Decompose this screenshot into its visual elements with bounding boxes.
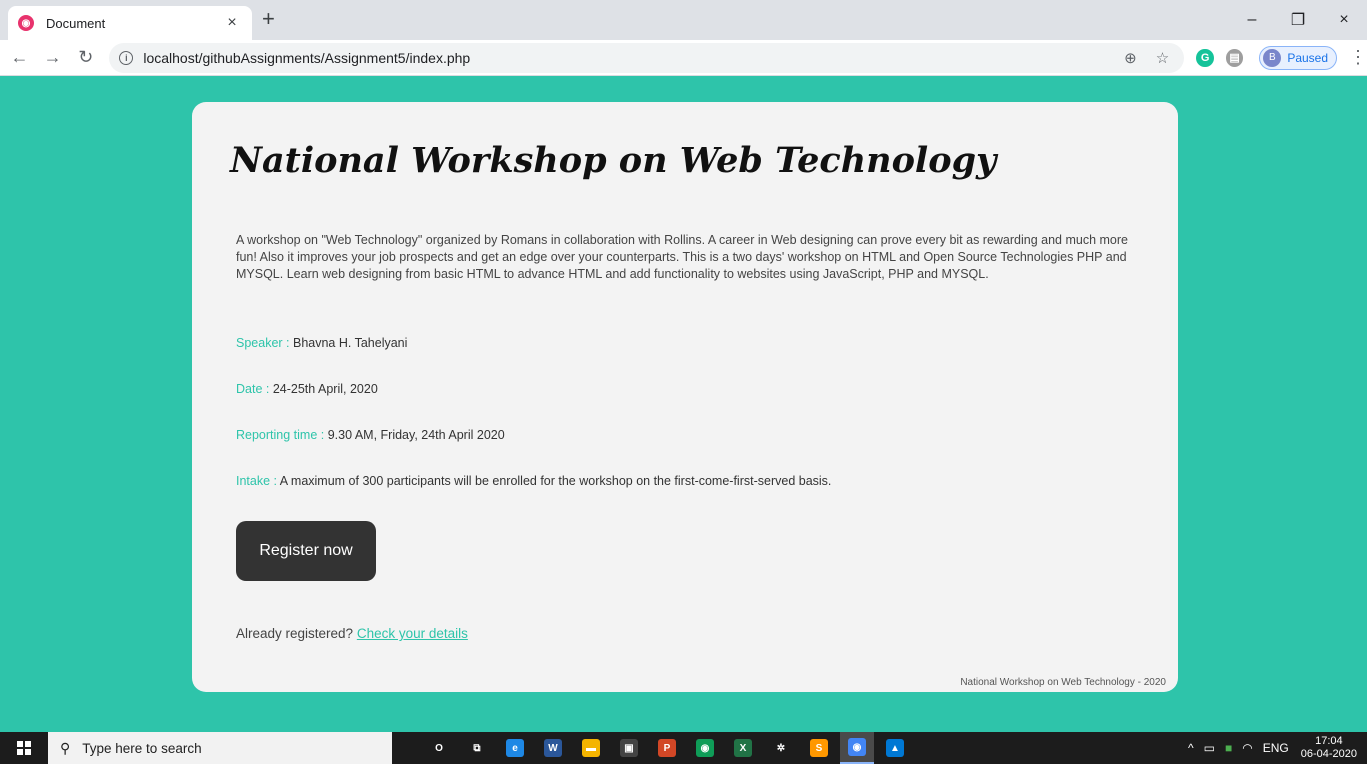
taskbar-app-button[interactable]: ⧉	[460, 732, 494, 764]
chrome-profile-icon: ◉	[848, 738, 866, 756]
clock-time: 17:04	[1315, 735, 1343, 747]
taskbar-search[interactable]: ⚲ Type here to search	[48, 732, 392, 764]
edge-icon: e	[506, 739, 524, 757]
kebab-menu-icon[interactable]: ⋮	[1349, 47, 1367, 68]
taskbar-app-button[interactable]: ▲	[878, 732, 912, 764]
profile-status: Paused	[1287, 50, 1329, 65]
word-icon: W	[544, 739, 562, 757]
browser-toolbar: ← → ↻ i localhost/githubAssignments/Assi…	[0, 40, 1367, 76]
powerpoint-icon: P	[658, 739, 676, 757]
speaker-row: Speaker : Bhavna H. Tahelyani	[236, 336, 407, 350]
photos-icon: ▲	[886, 739, 904, 757]
file-explorer-icon: ▬	[582, 739, 600, 757]
chevron-up-icon[interactable]: ^	[1188, 741, 1194, 755]
taskbar-app-button[interactable]: e	[498, 732, 532, 764]
start-button[interactable]	[0, 732, 48, 764]
wifi-icon[interactable]: ◠	[1242, 741, 1252, 755]
speaker-label: Speaker :	[236, 336, 293, 350]
restore-button[interactable]: ❐	[1275, 0, 1321, 40]
cortana-icon: O	[435, 742, 443, 754]
chrome-icon: ◉	[696, 739, 714, 757]
speaker-value: Bhavna H. Tahelyani	[292, 336, 408, 350]
windows-taskbar: ⚲ Type here to search O ⧉ e W ▬ ▣ P ◉ X ✲ S ◉ ▲ ^ ▭ …	[0, 732, 1367, 764]
settings-icon: ✲	[776, 742, 786, 754]
back-arrow-icon[interactable]: ←	[6, 44, 33, 72]
date-row: Date : 24-25th April, 2020	[236, 382, 378, 396]
bookmark-star-icon[interactable]: ☆	[1150, 49, 1174, 67]
page-title: National Workshop on Web Technology	[230, 140, 997, 181]
already-registered-text: Already registered? Check your details	[236, 626, 468, 641]
tab-close-icon[interactable]: ×	[222, 14, 242, 32]
taskbar-apps: O ⧉ e W ▬ ▣ P ◉ X ✲ S ◉ ▲	[422, 732, 916, 764]
card-footer: National Workshop on Web Technology - 20…	[960, 677, 1166, 688]
intake-row: Intake : A maximum of 300 participants w…	[236, 474, 831, 488]
taskbar-app-button[interactable]: ✲	[764, 732, 798, 764]
taskbar-app-button[interactable]: X	[726, 732, 760, 764]
taskbar-app-button[interactable]: ◉	[688, 732, 722, 764]
taskbar-app-button[interactable]: S	[802, 732, 836, 764]
taskbar-app-button[interactable]: ◉	[840, 732, 874, 764]
extension-icon[interactable]: ▤	[1225, 48, 1244, 67]
check-details-link[interactable]: Check your details	[357, 626, 468, 641]
reporting-time-row: Reporting time : 9.30 AM, Friday, 24th A…	[236, 428, 505, 442]
avatar: B	[1263, 48, 1282, 67]
search-icon: ⚲	[60, 739, 71, 756]
close-window-button[interactable]: ×	[1321, 0, 1367, 40]
tray-app-icon[interactable]: ■	[1225, 741, 1232, 755]
intro-paragraph: A workshop on "Web Technology" organized…	[236, 233, 1128, 281]
language-indicator[interactable]: ENG	[1263, 741, 1289, 755]
taskbar-app-button[interactable]: P	[650, 732, 684, 764]
intake-label: Intake :	[236, 474, 280, 488]
clock[interactable]: 17:04 06-04-2020	[1301, 735, 1357, 761]
zoom-icon[interactable]: ⊕	[1118, 49, 1142, 67]
task-view-icon: ⧉	[473, 742, 481, 754]
browser-tabstrip: ◉ Document × + – ❐ ×	[0, 0, 1367, 40]
browser-tab[interactable]: ◉ Document ×	[8, 6, 252, 40]
sublime-icon: S	[810, 739, 828, 757]
intake-value: A maximum of 300 participants will be en…	[279, 474, 832, 488]
site-info-icon[interactable]: i	[119, 50, 134, 65]
taskbar-app-button[interactable]: ▬	[574, 732, 608, 764]
search-placeholder: Type here to search	[82, 740, 202, 756]
taskbar-app-button[interactable]: O	[422, 732, 456, 764]
profile-button[interactable]: B Paused	[1259, 45, 1338, 70]
favicon-icon: ◉	[18, 15, 34, 31]
tab-title: Document	[46, 15, 106, 31]
taskbar-app-button[interactable]: ▣	[612, 732, 646, 764]
system-tray: ^ ▭ ■ ◠ ENG 17:04 06-04-2020	[1178, 732, 1357, 764]
reload-icon[interactable]: ↻	[72, 44, 99, 72]
workshop-card: National Workshop on Web Technology A wo…	[192, 102, 1178, 692]
minimize-button[interactable]: –	[1229, 0, 1275, 40]
forward-arrow-icon[interactable]: →	[39, 44, 66, 72]
new-tab-button[interactable]: +	[262, 8, 275, 30]
windows-logo-icon	[17, 741, 31, 755]
date-value: 24-25th April, 2020	[272, 382, 378, 396]
grammarly-icon[interactable]: G	[1196, 48, 1214, 67]
reporting-time-value: 9.30 AM, Friday, 24th April 2020	[327, 428, 505, 442]
battery-icon[interactable]: ▭	[1204, 741, 1215, 755]
register-button[interactable]: Register now	[236, 521, 376, 581]
reporting-time-label: Reporting time :	[236, 428, 328, 442]
url-text[interactable]: localhost/githubAssignments/Assignment5/…	[143, 50, 1110, 66]
store-icon: ▣	[620, 739, 638, 757]
clock-date: 06-04-2020	[1300, 748, 1357, 760]
excel-icon: X	[734, 739, 752, 757]
window-controls: – ❐ ×	[1229, 0, 1367, 40]
already-registered-label: Already registered?	[236, 626, 357, 641]
address-bar[interactable]: i localhost/githubAssignments/Assignment…	[109, 42, 1185, 73]
taskbar-app-button[interactable]: W	[536, 732, 570, 764]
date-label: Date :	[236, 382, 273, 396]
